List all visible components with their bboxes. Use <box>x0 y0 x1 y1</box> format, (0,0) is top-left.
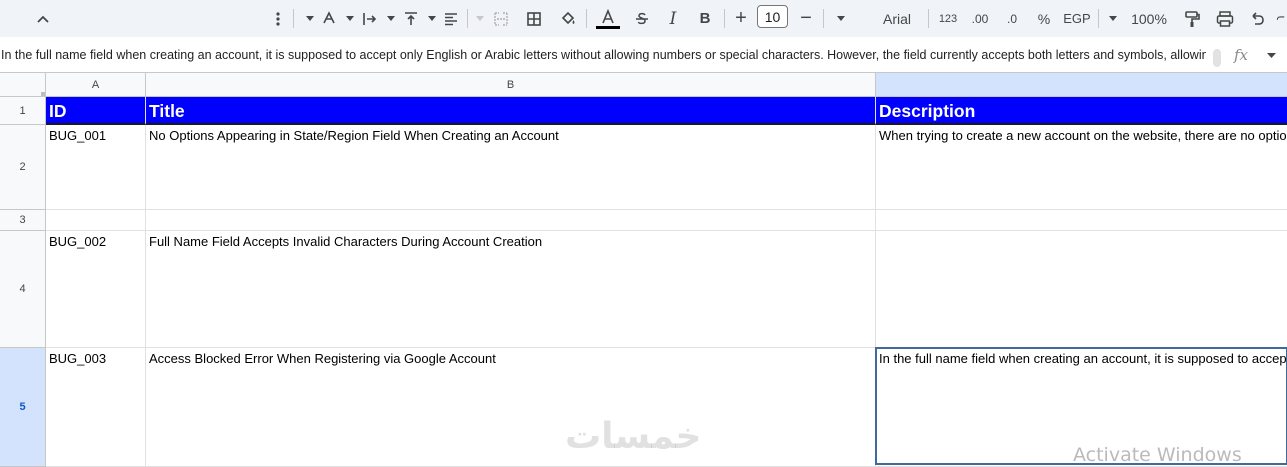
cell-b5[interactable]: Access Blocked Error When Registering vi… <box>146 348 876 467</box>
text-align-icon[interactable] <box>440 0 462 37</box>
cell-a3[interactable] <box>46 210 146 231</box>
percent-format-button[interactable]: % <box>1035 0 1053 37</box>
column-header-b[interactable]: B <box>146 73 876 97</box>
bold-icon[interactable]: B <box>694 0 716 37</box>
cell-c2[interactable]: When trying to create a new account on t… <box>876 125 1287 210</box>
text-color-icon[interactable] <box>596 0 620 37</box>
cell-c3[interactable] <box>876 210 1287 231</box>
italic-icon[interactable]: I <box>662 0 684 37</box>
undo-icon[interactable] <box>1246 0 1268 37</box>
cell-c4[interactable] <box>876 231 1287 348</box>
cell-a5[interactable]: BUG_003 <box>46 348 146 467</box>
decrease-decimal-button[interactable]: .0 <box>1000 0 1024 37</box>
cell-a4[interactable]: BUG_002 <box>46 231 146 348</box>
cell-b2[interactable]: No Options Appearing in State/Region Fie… <box>146 125 876 210</box>
toolbar: I B + 10 − Arial 123 .00 .0 % EGP 100% <box>0 0 1287 37</box>
merge-cells-icon[interactable] <box>490 0 512 37</box>
decrease-font-size-icon[interactable]: − <box>796 0 816 37</box>
number-format-button[interactable]: 123 <box>936 0 960 37</box>
dropdown-chevron-icon[interactable] <box>835 0 847 37</box>
select-all-corner[interactable] <box>0 73 46 97</box>
fill-color-icon[interactable] <box>557 0 579 37</box>
dropdown-chevron-icon[interactable] <box>1107 0 1119 37</box>
formula-bar: In the full name field when creating an … <box>0 37 1287 73</box>
activate-windows-watermark: Activate Windows <box>1073 444 1242 466</box>
currency-format-button[interactable]: EGP <box>1062 0 1092 37</box>
horizontal-align-icon[interactable] <box>359 0 381 37</box>
zoom-selector[interactable]: 100% <box>1128 0 1170 37</box>
fx-icon: fx <box>1234 46 1249 64</box>
cell-a2[interactable]: BUG_001 <box>46 125 146 210</box>
row-header-3[interactable]: 3 <box>0 210 46 231</box>
row-header-5[interactable]: 5 <box>0 348 46 467</box>
font-size-input[interactable]: 10 <box>757 5 788 28</box>
dropdown-chevron-icon[interactable] <box>385 0 397 37</box>
spreadsheet-grid: A B 1 2 3 4 5 ID Title Description BUG_0… <box>0 73 1287 467</box>
font-family-selector[interactable]: Arial <box>876 0 918 37</box>
vertical-align-icon[interactable] <box>400 0 422 37</box>
redo-icon[interactable] <box>1276 0 1287 37</box>
collapse-menu-chevron-up-icon[interactable] <box>33 0 53 37</box>
formula-bar-resize-handle[interactable] <box>1213 49 1221 67</box>
row-header-1[interactable]: 1 <box>0 97 46 125</box>
print-icon[interactable] <box>1214 0 1236 37</box>
text-color-alt-icon[interactable] <box>318 0 340 37</box>
cell-b1[interactable]: Title <box>146 97 876 125</box>
cell-a1[interactable]: ID <box>46 97 146 125</box>
dropdown-chevron-icon[interactable] <box>474 0 486 37</box>
formula-bar-content[interactable]: In the full name field when creating an … <box>1 37 1206 73</box>
site-watermark: خمسات <box>565 416 702 457</box>
cell-b3[interactable] <box>146 210 876 231</box>
dropdown-chevron-icon[interactable] <box>344 0 356 37</box>
cell-c1[interactable]: Description <box>876 97 1287 125</box>
increase-decimal-button[interactable]: .00 <box>968 0 992 37</box>
increase-font-size-icon[interactable]: + <box>731 0 751 37</box>
row-header-2[interactable]: 2 <box>0 125 46 210</box>
borders-icon[interactable] <box>523 0 545 37</box>
dropdown-chevron-icon[interactable] <box>426 0 438 37</box>
strikethrough-icon[interactable] <box>631 0 653 37</box>
cell-b4[interactable]: Full Name Field Accepts Invalid Characte… <box>146 231 876 348</box>
more-options-icon[interactable] <box>271 0 285 37</box>
dropdown-chevron-icon[interactable] <box>304 0 316 37</box>
expand-formula-bar-icon[interactable] <box>1267 37 1276 73</box>
row-header-4[interactable]: 4 <box>0 231 46 348</box>
column-header-a[interactable]: A <box>46 73 146 97</box>
column-header-c[interactable] <box>876 73 1287 97</box>
paint-format-icon[interactable] <box>1181 0 1203 37</box>
